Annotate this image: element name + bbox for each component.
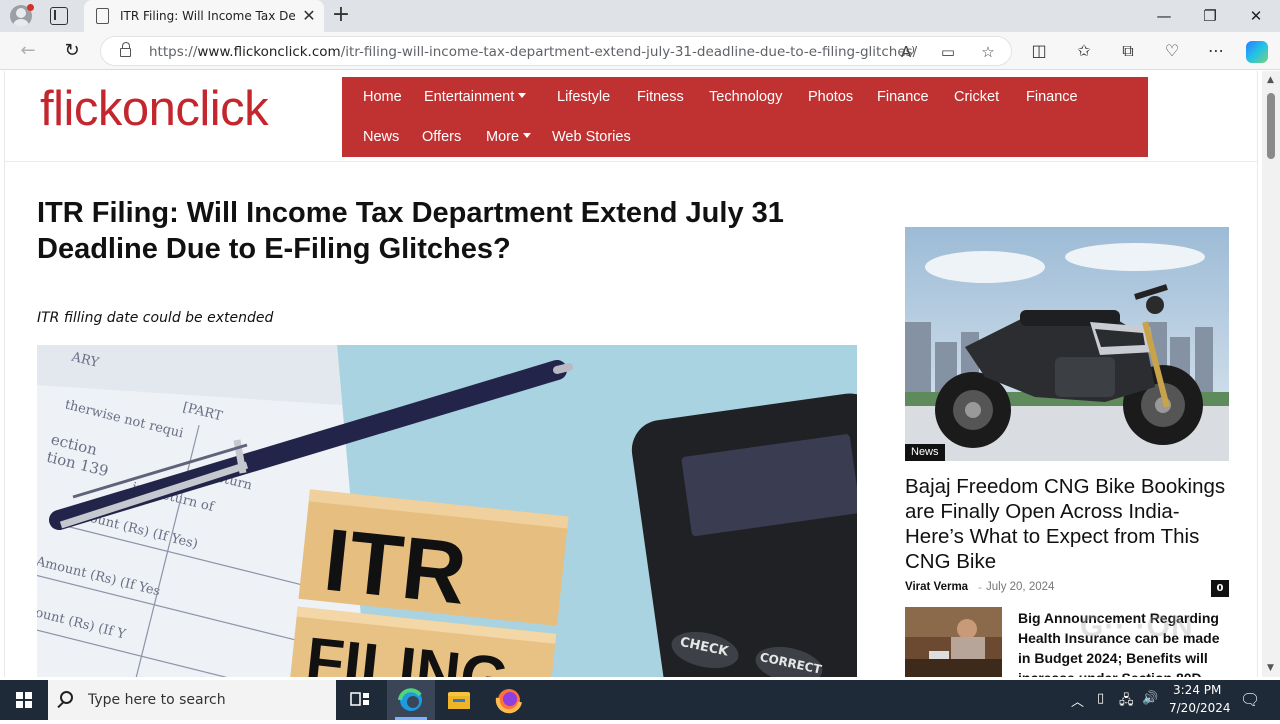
scroll-up-icon[interactable]: ▲ [1267,75,1274,85]
svg-text:G·· ·ON: G·· ·ON [1080,610,1194,642]
page-favicon-icon [96,8,109,24]
comment-count[interactable]: 0 [1211,580,1229,597]
folder-icon [448,692,470,709]
header-divider [5,161,1257,162]
chevron-down-icon [523,133,532,138]
web-page: flickonclick Home Entertainment Lifestyl… [0,71,1262,677]
battery-icon[interactable]: ▯ [1097,691,1104,706]
minimize-icon[interactable]: — [1141,0,1187,32]
copilot-icon[interactable] [1246,41,1268,63]
article-title: ITR Filing: Will Income Tax Department E… [37,197,784,265]
tab-actions-icon[interactable] [50,7,68,25]
windows-start-icon[interactable] [16,692,32,708]
article-date: July 20, 2024 [986,581,1055,593]
favorites-icon[interactable]: ✩ [1072,40,1096,62]
itr-filing-illustration: ARY therwise not requi ection tion 139 [… [37,345,857,677]
url-text[interactable]: https://www.flickonclick.com/itr-filing-… [149,44,917,60]
nav-news[interactable]: News [363,129,399,145]
clock-date[interactable]: 7/20/2024 [1169,701,1231,715]
thumbnail-illustration [905,607,1002,677]
taskbar-search[interactable]: Type here to search [48,680,336,720]
tab-title: ITR Filing: Will Income Tax Department E… [120,9,295,23]
read-aloud-icon[interactable]: A⁾ [897,41,919,63]
browser-tab[interactable]: ITR Filing: Will Income Tax Department E… [84,0,324,32]
favorite-star-icon[interactable]: ☆ [977,41,999,63]
network-icon[interactable]: 🖧 [1119,691,1134,713]
nav-more[interactable]: More [486,129,532,145]
article-hero-image: ARY therwise not requi ection tion 139 [… [37,345,857,677]
scroll-thumb[interactable] [1267,93,1275,159]
featured-bike-image[interactable] [905,227,1229,461]
collections-icon[interactable]: ⧉ [1116,40,1140,62]
notification-icon[interactable]: 🗨 [1240,690,1260,709]
immersive-reader-icon[interactable]: ▭ [937,41,959,63]
nav-lifestyle[interactable]: Lifestyle [557,89,610,105]
site-logo[interactable]: flickonclick [40,81,269,137]
task-view-icon[interactable] [336,680,384,720]
nav-finance[interactable]: Finance [877,89,929,105]
nav-photos[interactable]: Photos [808,89,853,105]
window-close-icon[interactable]: ✕ [1233,0,1279,32]
nav-entertainment[interactable]: Entertainment [424,89,527,105]
task-view-svg [350,692,369,706]
scroll-down-icon[interactable]: ▼ [1267,663,1274,673]
address-bar[interactable]: https://www.flickonclick.com/itr-filing-… [100,36,1012,66]
page-scrollbar[interactable]: ▲ ▼ [1262,71,1280,677]
windows-taskbar: Type here to search ︿ ▯ 🖧 🔊 3:24 PM 7/20… [0,680,1280,720]
edge-icon [398,688,422,711]
tab-bar: ITR Filing: Will Income Tax Department E… [0,0,1280,32]
firefox-svg [495,689,522,714]
featured-article-title[interactable]: Bajaj Freedom CNG Bike Bookings are Fina… [905,474,1229,574]
close-tab-icon[interactable]: ✕ [300,6,318,26]
back-icon[interactable]: ← [14,38,42,64]
split-screen-icon[interactable]: ◫ [1027,40,1051,62]
firefox-icon[interactable] [485,680,533,720]
chevron-up-icon[interactable]: ︿ [1071,691,1084,710]
volume-icon[interactable]: 🔊 [1142,691,1158,706]
restore-icon[interactable]: ❐ [1187,0,1233,32]
nav-fitness[interactable]: Fitness [637,89,684,105]
category-badge[interactable]: News [905,444,945,461]
notification-dot [27,4,34,11]
article-author[interactable]: Virat Verma [905,581,968,593]
nav-web-stories[interactable]: Web Stories [552,129,631,145]
taskbar-search-placeholder: Type here to search [88,692,226,708]
nav-finance-2[interactable]: Finance [1026,89,1078,105]
chevron-down-icon [518,93,527,98]
budget-article-thumbnail[interactable] [905,607,1002,677]
nav-cricket[interactable]: Cricket [954,89,999,105]
nav-home[interactable]: Home [363,89,402,105]
settings-more-icon[interactable]: ⋯ [1204,40,1228,62]
meta-separator: - [978,581,982,594]
search-icon [60,691,73,704]
bike-illustration [905,227,1229,461]
block-itr-text: ITR [320,510,471,623]
nav-offers[interactable]: Offers [422,129,461,145]
article-subtitle: ITR filling date could be extended [37,310,274,326]
nav-technology[interactable]: Technology [709,89,782,105]
main-navigation: Home Entertainment Lifestyle Fitness Tec… [342,77,1148,157]
file-explorer-icon[interactable] [435,680,483,720]
browser-essentials-icon[interactable]: ♡ [1160,40,1184,62]
watermark-svg: G·· ·ON [1080,610,1194,643]
new-tab-icon[interactable]: + [330,4,352,28]
lock-icon[interactable] [120,42,131,57]
browser-toolbar: ← ↻ https://www.flickonclick.com/itr-fil… [0,32,1280,70]
edge-browser-taskbar-icon[interactable] [387,680,435,720]
watermark-logo: G·· ·ON [1080,606,1230,650]
clock-time[interactable]: 3:24 PM [1173,683,1221,697]
refresh-icon[interactable]: ↻ [58,38,86,64]
